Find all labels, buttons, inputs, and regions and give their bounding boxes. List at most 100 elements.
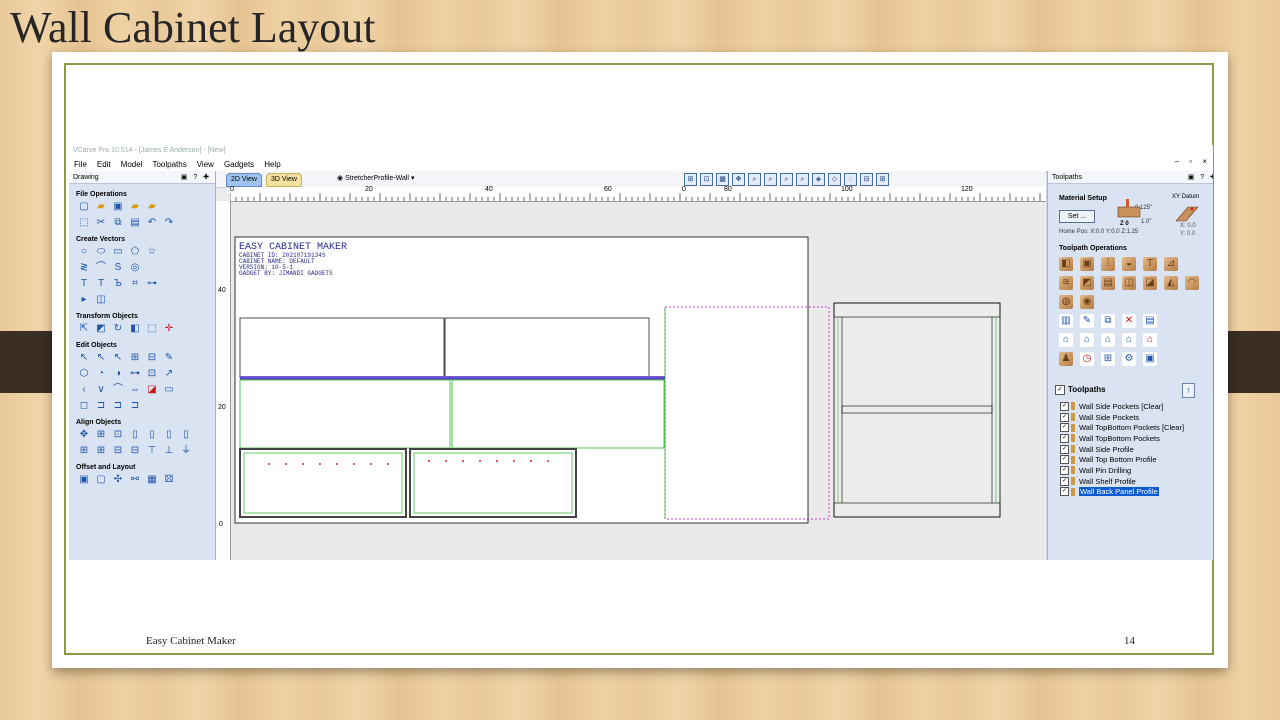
circle-icon[interactable]: ○ <box>78 246 90 258</box>
layers-icon[interactable]: ⊞ <box>876 173 889 186</box>
move-up-arrow-icon[interactable]: ↑ <box>1182 383 1195 398</box>
toolpath-item[interactable]: ✓ Wall TopBottom Pockets <box>1060 433 1184 444</box>
show-selection-icon[interactable]: ◈ <box>812 173 825 186</box>
quick-engrave-icon[interactable]: ◩ <box>1080 276 1094 290</box>
space-v-icon[interactable]: ⊟ <box>129 445 141 457</box>
snap-icon[interactable]: ⊡ <box>700 173 713 186</box>
intersect-icon[interactable]: ◑ <box>112 368 124 380</box>
distribute-h-icon[interactable]: ⊞ <box>78 445 90 457</box>
paste-icon[interactable]: ▤ <box>129 217 141 229</box>
toolpath-templates-icon[interactable]: ▥ <box>1059 314 1073 328</box>
copy-icon[interactable]: ⧉ <box>112 217 124 229</box>
prism-toolpath-icon[interactable]: ⊿ <box>1164 257 1178 271</box>
toolpath-item[interactable]: ✓ Wall Side Profile <box>1060 444 1184 455</box>
ungroup-icon[interactable]: ⊟ <box>146 352 158 364</box>
nc-output-icon[interactable]: ⚙ <box>1122 352 1136 366</box>
scale-icon[interactable]: ◩ <box>95 323 107 335</box>
draw-icon[interactable]: ▸ <box>78 294 90 306</box>
group-icon[interactable]: ⊞ <box>129 352 141 364</box>
copy-toolpath-icon[interactable]: ⧉ <box>1101 314 1115 328</box>
zoom-out-icon[interactable]: ⌕ <box>780 173 793 186</box>
menu-gadgets[interactable]: Gadgets <box>219 160 259 169</box>
pocket-toolpath-icon[interactable]: ▣ <box>1080 257 1094 271</box>
polyline-icon[interactable]: ≷ <box>78 262 90 274</box>
delete-duplicates-icon[interactable]: ◪ <box>146 384 158 396</box>
text-box-icon[interactable]: T <box>95 278 107 290</box>
auto-layout-icon[interactable]: ⌗ <box>129 278 141 290</box>
toolpath-item[interactable]: ✓ Wall Shelf Profile <box>1060 476 1184 487</box>
toolpath-checkbox[interactable]: ✓ <box>1060 423 1069 433</box>
drawing-canvas[interactable]: EASY CABINET MAKER CABINET ID: 202107191… <box>231 202 1046 560</box>
array-copy-icon[interactable]: ✣ <box>112 474 124 486</box>
trim-icon[interactable]: ✎ <box>163 352 175 364</box>
toolpath-checkbox[interactable]: ✓ <box>1060 455 1069 465</box>
pan-icon[interactable]: ✥ <box>732 173 745 186</box>
interactive-select-icon[interactable]: ↖ <box>112 352 124 364</box>
drilling-toolpath-icon[interactable]: ⁞ <box>1101 257 1115 271</box>
layer-select[interactable]: ◉ StretcherProfile-Wall ▾ <box>334 173 417 184</box>
chamfer-toolpath-icon[interactable]: ◪ <box>1143 276 1157 290</box>
align-page-center-icon[interactable]: ⊞ <box>95 429 107 441</box>
distribute-v-icon[interactable]: ⊞ <box>95 445 107 457</box>
open-file-icon[interactable]: ▰ <box>95 201 107 213</box>
arc-icon[interactable]: ⌒ <box>95 262 107 274</box>
set-origin-icon[interactable]: ✛ <box>163 323 175 335</box>
merge-toolpaths-icon[interactable]: ⌂ <box>1059 333 1073 347</box>
recalculate-icon[interactable]: ⌂ <box>1080 333 1094 347</box>
3d-roughing-icon[interactable]: ◭ <box>1164 276 1178 290</box>
reset-preview-icon[interactable]: ⌂ <box>1143 333 1157 347</box>
node-edit-icon[interactable]: ↖ <box>95 352 107 364</box>
subtract-icon[interactable]: ◔ <box>95 368 107 380</box>
toolpath-summary-icon[interactable]: ▤ <box>1143 314 1157 328</box>
3d-finishing-icon[interactable]: ◠ <box>1185 276 1199 290</box>
select-icon[interactable]: ↖ <box>78 352 90 364</box>
text-on-curve-icon[interactable]: Ъ <box>112 278 124 290</box>
toolpath-checkbox[interactable]: ✓ <box>1060 465 1069 475</box>
tab-2d-view[interactable]: 2D View <box>226 173 262 187</box>
fillet-icon[interactable]: ◫ <box>95 294 107 306</box>
vcarve-toolpath-icon[interactable]: T <box>1143 257 1157 271</box>
toolpath-checkbox[interactable]: ✓ <box>1060 476 1069 486</box>
move-icon[interactable]: ⇱ <box>78 323 90 335</box>
material-set-button[interactable]: Set ... <box>1059 210 1095 223</box>
edit-toolpath-icon[interactable]: ✎ <box>1080 314 1094 328</box>
toolpath-checkbox[interactable]: ✓ <box>1060 412 1069 422</box>
toggle-3d-icon[interactable]: ◇ <box>828 173 841 186</box>
toolpath-checkbox[interactable]: ✓ <box>1060 401 1069 411</box>
toolpath-tree-icon[interactable]: ⊞ <box>1101 352 1115 366</box>
xy-datum-icon[interactable] <box>1174 203 1200 223</box>
rectangle-icon[interactable]: ▭ <box>112 246 124 258</box>
align-top-icon[interactable]: ▯ <box>163 429 175 441</box>
panel-pin-icon-right[interactable]: ▣ ? ✚ <box>1188 173 1213 181</box>
menu-toolpaths[interactable]: Toolpaths <box>147 160 191 169</box>
polygon-icon[interactable]: ⬠ <box>129 246 141 258</box>
distort-icon[interactable]: ⬚ <box>146 323 158 335</box>
menu-view[interactable]: View <box>192 160 219 169</box>
moulding-toolpath-icon[interactable]: ◫ <box>1122 276 1136 290</box>
auto-nest-icon[interactable]: ⚄ <box>163 474 175 486</box>
profile-toolpath-icon[interactable]: ◧ <box>1059 257 1073 271</box>
menu-help[interactable]: Help <box>259 160 285 169</box>
align-top-edges-icon[interactable]: ⊤ <box>146 445 158 457</box>
extend-icon[interactable]: ↗ <box>163 368 175 380</box>
new-file-icon[interactable]: ▢ <box>78 201 90 213</box>
zoom-box-icon[interactable]: ⌕ <box>748 173 761 186</box>
photo-vcarve-icon[interactable]: ◉ <box>1080 295 1094 309</box>
star-icon[interactable]: ☆ <box>146 246 158 258</box>
fillet-corners-icon[interactable]: ▢ <box>95 474 107 486</box>
delete-toolpath-icon[interactable]: ✕ <box>1122 314 1136 328</box>
cut-icon[interactable]: ✂ <box>95 217 107 229</box>
fit-curves-icon[interactable]: ▭ <box>163 384 175 396</box>
mirror-icon[interactable]: ◧ <box>129 323 141 335</box>
align-center-h-icon[interactable]: ⊡ <box>112 429 124 441</box>
texture-toolpath-icon[interactable]: ▤ <box>1101 276 1115 290</box>
nesting-icon[interactable]: ⚯ <box>129 474 141 486</box>
offset-vectors-icon[interactable]: ▣ <box>78 474 90 486</box>
tool-database-icon[interactable]: ♟ <box>1059 352 1073 366</box>
smooth-icon[interactable]: ⌒ <box>112 384 124 396</box>
toolpath-item[interactable]: ✓ Wall Side Pockets <box>1060 412 1184 423</box>
vtip-icon[interactable]: ∨ <box>95 384 107 396</box>
menu-edit[interactable]: Edit <box>92 160 116 169</box>
curve-icon[interactable]: S <box>112 262 124 274</box>
save-toolpath-icon[interactable]: ▣ <box>1143 352 1157 366</box>
